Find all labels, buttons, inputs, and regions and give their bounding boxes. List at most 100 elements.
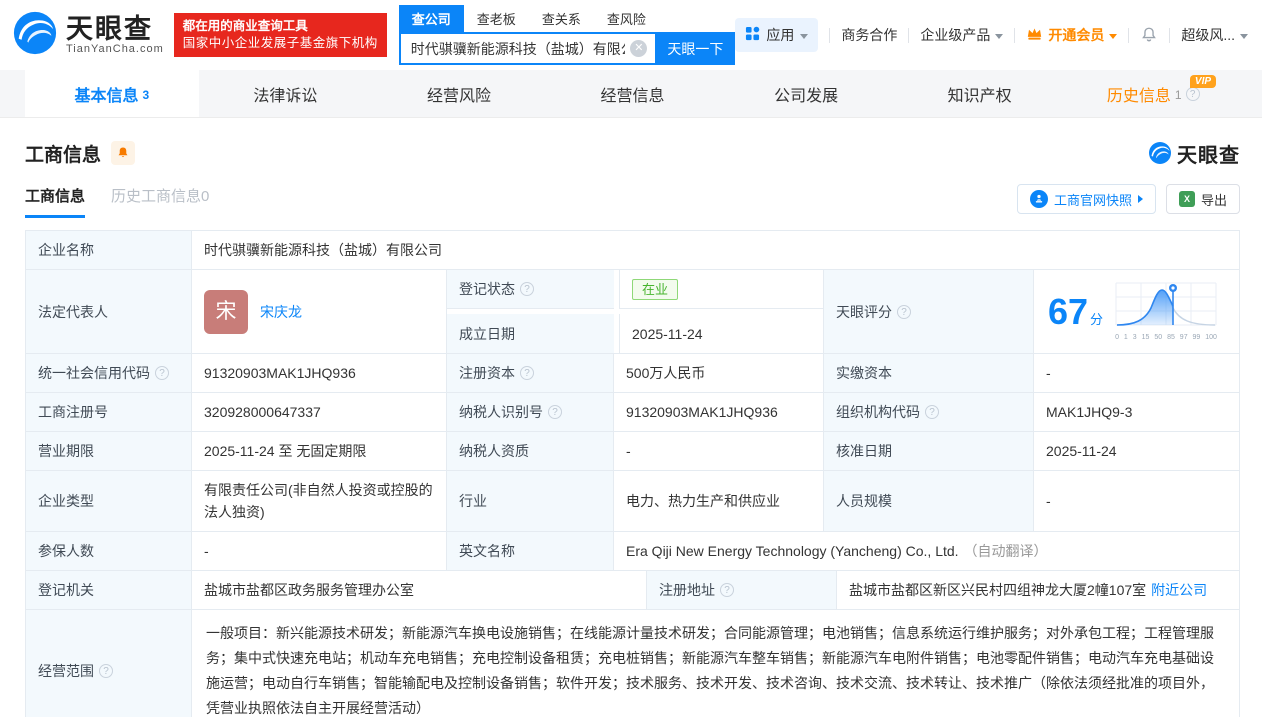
chart-axis-ticks: 01 3 15 50 85 97 99 100 [1115, 333, 1217, 341]
status-date-subtable: 登记状态 ? 在业 成立日期 2025-11-24 [446, 270, 823, 353]
section-title: 工商信息 [25, 144, 102, 166]
help-icon[interactable]: ? [897, 304, 911, 319]
est-date-value: 2025-11-24 [619, 314, 823, 353]
insured-value: - [191, 532, 446, 570]
search-tab-company[interactable]: 查公司 [398, 5, 464, 32]
reg-number-label: 工商注册号 [26, 393, 191, 431]
table-row-reg-number: 工商注册号 320928000647337 纳税人识别号 ? 91320903M… [26, 393, 1239, 432]
export-button[interactable]: X 导出 [1165, 184, 1240, 214]
brand-slogan-badge: 都在用的商业查询工具 国家中小企业发展子基金旗下机构 [173, 13, 387, 57]
search-tabs: 查公司 查老板 查关系 查风险 [398, 5, 736, 32]
tab-business-info[interactable]: 经营信息 [546, 70, 720, 117]
official-snapshot-button[interactable]: 工商官网快照 [1016, 184, 1156, 214]
main-content: 工商信息 天眼查 工商信息 历史工商信息0 工商官网快照 X 导出 企业名称 时… [0, 136, 1262, 717]
search-tab-relation[interactable]: 查关系 [529, 5, 594, 32]
apps-menu[interactable]: 应用 [735, 18, 819, 52]
reg-status-value: 在业 [619, 270, 823, 309]
label-text: 统一社会信用代码 [38, 365, 150, 381]
business-cooperation-link[interactable]: 商务合作 [841, 25, 897, 45]
help-icon[interactable]: ? [99, 664, 113, 678]
cooperation-label: 商务合作 [841, 27, 898, 43]
tianyancha-eye-icon [12, 10, 58, 61]
arrow-right-icon [1137, 195, 1143, 203]
help-icon[interactable]: ? [720, 583, 734, 597]
logo-en-text: TianYanCha.com [66, 43, 164, 55]
label-text: 成立日期 [459, 325, 515, 342]
tianyancha-logo[interactable]: 天眼查 TianYanCha.com [12, 10, 164, 61]
insured-label: 参保人数 [26, 532, 191, 570]
tab-label: 经营信息 [600, 87, 665, 105]
slogan-line2: 国家中小企业发展子基金旗下机构 [182, 36, 378, 50]
header-nav: 应用 商务合作 企业级产品 开通会员 超级风... [735, 18, 1248, 52]
label-text: 天眼评分 [836, 303, 892, 320]
label-text: 组织机构代码 [836, 404, 920, 420]
tab-intellectual-property[interactable]: 知识产权 [893, 70, 1067, 117]
chevron-down-icon [1109, 33, 1118, 39]
help-icon[interactable]: ? [548, 405, 562, 419]
score-value[interactable]: 67 分 0 1 3 15 50 85 97 99 100 [1033, 270, 1239, 353]
help-icon[interactable]: ? [1185, 86, 1200, 101]
tab-count: 1 [1174, 87, 1182, 102]
enterprise-products-menu[interactable]: 企业级产品 [920, 25, 1004, 45]
watermark-text: 天眼查 [1177, 144, 1240, 167]
help-icon[interactable]: ? [155, 366, 169, 380]
label-text: 纳税人识别号 [459, 404, 543, 420]
open-vip-label: 开通会员 [1048, 27, 1105, 43]
monitor-bell-button[interactable] [111, 141, 136, 165]
help-icon[interactable]: ? [925, 405, 939, 419]
super-risk-menu[interactable]: 超级风... [1181, 25, 1248, 45]
legal-rep-link[interactable]: 宋庆龙 [260, 301, 302, 323]
table-row-legal-rep: 法定代表人 宋 宋庆龙 登记状态 ? 在业 成立日期 2025-11-24 天眼… [26, 270, 1239, 354]
vip-badge: VIP [1189, 75, 1217, 88]
chevron-down-icon [800, 33, 809, 39]
address-text: 盐城市盐都区新区兴民村四组神龙大厦2幢107室 [849, 582, 1147, 598]
divider [1169, 27, 1171, 43]
industry-value: 电力、热力生产和供应业 [613, 471, 823, 531]
slogan-line1: 都在用的商业查询工具 [182, 19, 308, 33]
score-number: 67 [1048, 290, 1089, 332]
avatar[interactable]: 宋 [204, 289, 248, 334]
reg-capital-label: 注册资本 ? [446, 354, 613, 392]
search-button[interactable]: 天眼一下 [655, 32, 736, 65]
tab-basic-info[interactable]: 基本信息 3 [25, 70, 199, 117]
taxpayer-quality-label: 纳税人资质 [446, 432, 613, 470]
approval-date-label: 核准日期 [823, 432, 1033, 470]
tab-history-info[interactable]: VIP 历史信息 1 ? [1066, 70, 1240, 117]
search-input[interactable] [400, 40, 656, 57]
english-name-text: Era Qiji New Energy Technology (Yancheng… [626, 543, 959, 559]
est-date-label: 成立日期 [447, 314, 614, 353]
org-code-label: 组织机构代码 ? [823, 393, 1033, 431]
divider [1128, 27, 1130, 43]
business-scope-label: 经营范围 ? [26, 610, 191, 717]
tab-company-development[interactable]: 公司发展 [719, 70, 893, 117]
table-row-company-type: 企业类型 有限责任公司(非自然人投资或控股的法人独资) 行业 电力、热力生产和供… [26, 471, 1239, 532]
search-tab-risk[interactable]: 查风险 [594, 5, 659, 32]
tab-legal-proceedings[interactable]: 法律诉讼 [199, 70, 373, 117]
staff-size-label: 人员规模 [823, 471, 1033, 531]
watermark-logo: 天眼查 [1148, 139, 1240, 168]
subtab-history-info[interactable]: 历史工商信息0 [111, 185, 209, 218]
tab-count: 3 [142, 87, 150, 102]
business-term-value: 2025-11-24 至 无固定期限 [191, 432, 446, 470]
table-row-authority: 登记机关 盐城市盐都区政务服务管理办公室 注册地址 ? 盐城市盐都区新区兴民村四… [26, 571, 1239, 610]
subtab-current-info[interactable]: 工商信息 [25, 185, 86, 218]
org-code-value: MAK1JHQ9-3 [1033, 393, 1239, 431]
business-info-table: 企业名称 时代骐骥新能源科技（盐城）有限公司 法定代表人 宋 宋庆龙 登记状态 … [25, 230, 1240, 717]
score-label: 天眼评分 ? [823, 270, 1033, 353]
table-row-company-name: 企业名称 时代骐骥新能源科技（盐城）有限公司 [26, 231, 1239, 270]
company-type-label: 企业类型 [26, 471, 191, 531]
bell-icon [1142, 27, 1157, 42]
business-term-label: 营业期限 [26, 432, 191, 470]
nearby-companies-link[interactable]: 附近公司 [1151, 579, 1207, 601]
english-name-label: 英文名称 [446, 532, 613, 570]
help-icon[interactable]: ? [520, 282, 534, 296]
help-icon[interactable]: ? [520, 366, 534, 380]
tab-label: 历史信息 [1106, 87, 1171, 105]
notifications-button[interactable] [1140, 26, 1158, 44]
search-tab-boss[interactable]: 查老板 [464, 5, 529, 32]
address-label: 注册地址 ? [646, 571, 836, 609]
tab-operation-risk[interactable]: 经营风险 [372, 70, 546, 117]
excel-icon: X [1178, 191, 1195, 207]
open-vip-menu[interactable]: 开通会员 [1026, 25, 1118, 45]
credit-code-label: 统一社会信用代码 ? [26, 354, 191, 392]
